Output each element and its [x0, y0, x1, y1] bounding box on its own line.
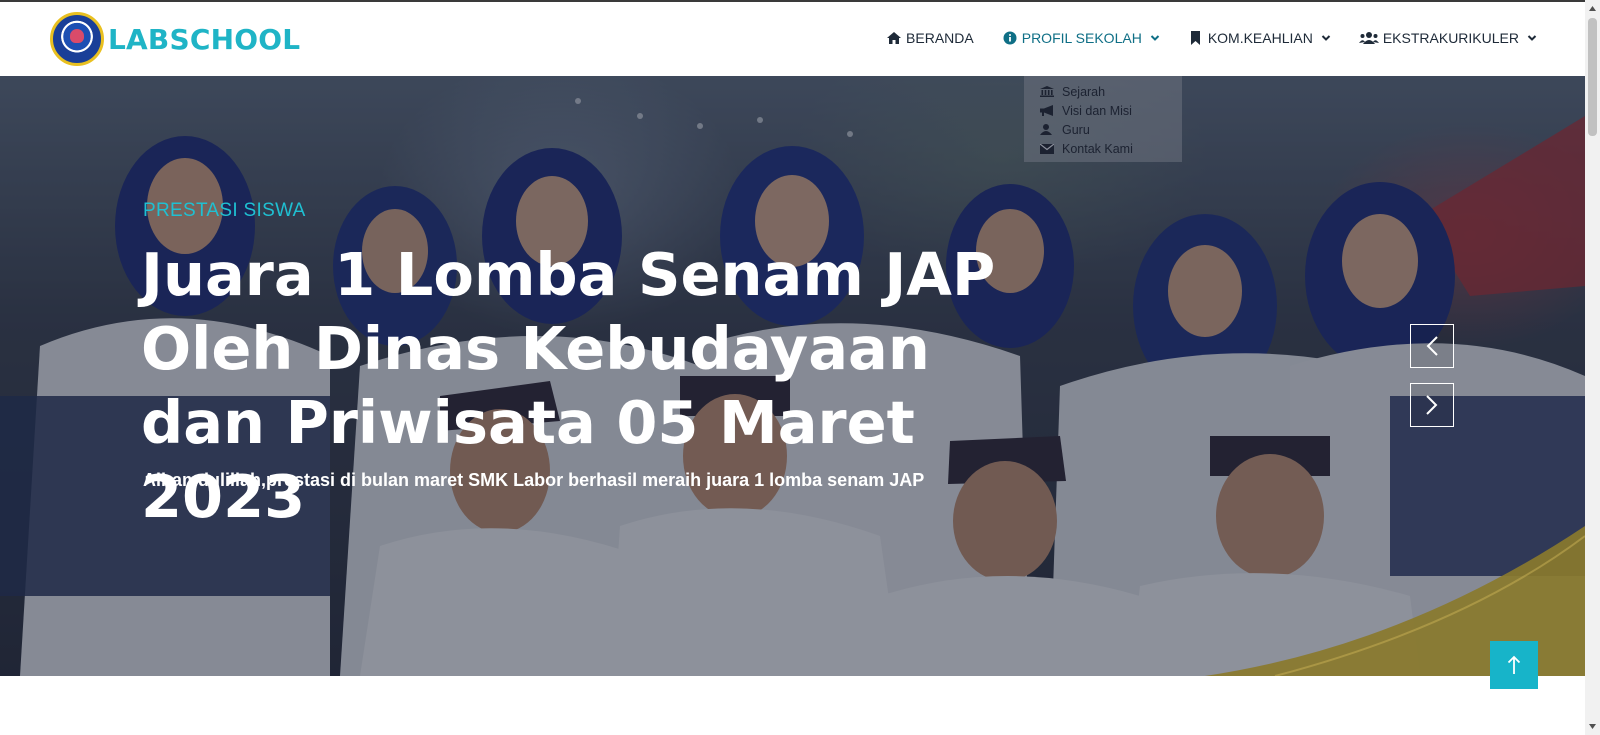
info-circle-icon: [1002, 30, 1018, 46]
dropdown-item-label: Guru: [1062, 122, 1090, 137]
landmark-icon: [1040, 86, 1058, 98]
dropdown-item-label: Kontak Kami: [1062, 141, 1133, 156]
nav-item-label: PROFIL SEKOLAH: [1021, 30, 1142, 46]
scroll-down-arrow-icon[interactable]: [1588, 722, 1597, 731]
envelope-icon: [1040, 143, 1058, 155]
brand[interactable]: LABSCHOOL: [50, 12, 300, 66]
dropdown-item-sejarah[interactable]: Sejarah: [1024, 82, 1182, 101]
carousel-next-button[interactable]: [1410, 383, 1454, 427]
brand-name: LABSCHOOL: [108, 22, 301, 56]
back-to-top-button[interactable]: [1490, 641, 1538, 689]
dropdown-item-label: Visi dan Misi: [1062, 103, 1132, 118]
chevron-down-icon: [1527, 33, 1537, 43]
nav-item-beranda[interactable]: BERANDA: [886, 30, 974, 46]
nav-item-kom-keahlian[interactable]: KOM.KEAHLIAN: [1188, 30, 1331, 46]
hero-carousel: PRESTASI SISWA Juara 1 Lomba Senam JAP O…: [0, 76, 1585, 676]
page-scrollbar[interactable]: [1585, 0, 1600, 735]
school-logo: [50, 12, 104, 66]
chevron-left-icon: [1426, 336, 1438, 356]
chevron-down-icon: [1150, 33, 1160, 43]
scrollbar-thumb[interactable]: [1588, 18, 1597, 136]
users-icon: [1358, 30, 1379, 46]
profil-sekolah-dropdown: Sejarah Visi dan Misi Guru Kontak Kami: [1024, 76, 1182, 162]
arrow-up-icon: [1507, 655, 1521, 674]
dropdown-item-kontak-kami[interactable]: Kontak Kami: [1024, 139, 1182, 158]
nav-item-profil-sekolah[interactable]: PROFIL SEKOLAH: [1002, 30, 1160, 46]
bookmark-icon: [1188, 30, 1204, 46]
chevron-down-icon: [1321, 33, 1331, 43]
hero-subtitle: PRESTASI SISWA: [143, 200, 306, 221]
carousel-prev-button[interactable]: [1410, 324, 1454, 368]
megaphone-icon: [1040, 105, 1058, 117]
navbar: LABSCHOOL BERANDA PROFIL SEKOLAH KOM.KEA…: [0, 0, 1585, 76]
dropdown-item-visi-dan-misi[interactable]: Visi dan Misi: [1024, 101, 1182, 120]
nav-item-label: BERANDA: [906, 30, 974, 46]
home-icon: [886, 30, 902, 46]
scroll-up-arrow-icon[interactable]: [1588, 4, 1597, 13]
page: LABSCHOOL BERANDA PROFIL SEKOLAH KOM.KEA…: [0, 0, 1600, 735]
main-nav: BERANDA PROFIL SEKOLAH KOM.KEAHLIAN EKST…: [858, 30, 1537, 46]
chevron-right-icon: [1426, 395, 1438, 415]
nav-item-ekstrakurikuler[interactable]: EKSTRAKURIKULER: [1358, 30, 1537, 46]
user-icon: [1040, 124, 1058, 136]
hero-description: Alhamdulillah,prestasi di bulan maret SM…: [143, 470, 925, 490]
dropdown-item-label: Sejarah: [1062, 84, 1106, 99]
nav-item-label: KOM.KEAHLIAN: [1207, 30, 1313, 46]
dropdown-item-guru[interactable]: Guru: [1024, 120, 1182, 139]
nav-item-label: EKSTRAKURIKULER: [1382, 30, 1519, 46]
